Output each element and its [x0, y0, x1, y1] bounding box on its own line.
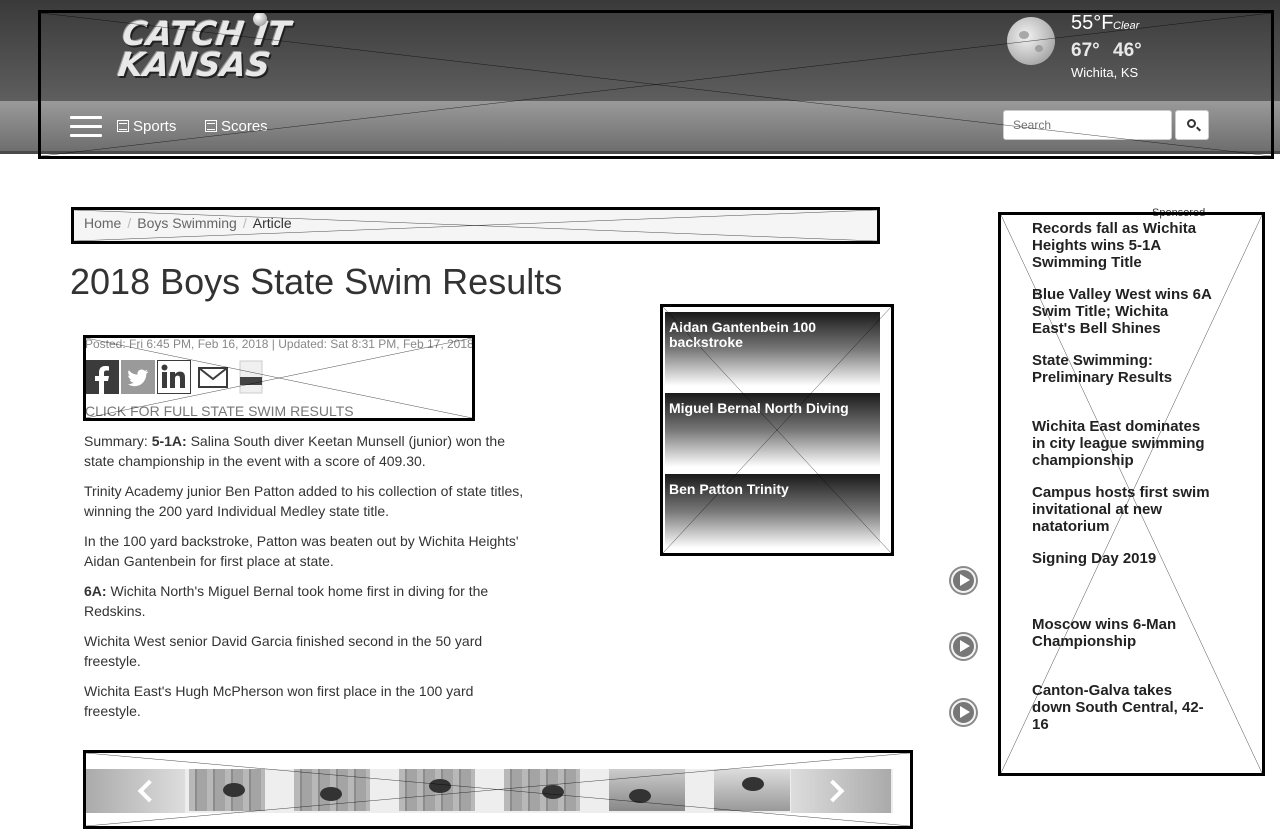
breadcrumb-placeholder-frame [71, 207, 880, 244]
sidebar-placeholder-frame [998, 212, 1265, 776]
play-icon[interactable] [949, 566, 978, 595]
play-icon[interactable] [949, 632, 978, 661]
gallery-placeholder-frame [83, 750, 913, 829]
article-paragraph: Trinity Academy junior Ben Patton added … [84, 483, 524, 519]
article-paragraph: Summary: 5-1A: Salina South diver Keetan… [84, 433, 505, 469]
share-box-placeholder-frame [83, 335, 475, 421]
article-paragraph: Wichita West senior David Garcia finishe… [84, 633, 483, 669]
article-body: Summary: 5-1A: Salina South diver Keetan… [84, 431, 534, 731]
related-placeholder-frame [660, 304, 894, 556]
play-icon[interactable] [949, 698, 978, 727]
article-paragraph: Wichita East's Hugh McPherson won first … [84, 683, 474, 719]
article-paragraph: 6A: Wichita North's Miguel Bernal took h… [84, 583, 489, 619]
header-ad-placeholder [38, 10, 1274, 159]
article-paragraph: In the 100 yard backstroke, Patton was b… [84, 533, 519, 569]
page-title: 2018 Boys State Swim Results [70, 261, 563, 302]
